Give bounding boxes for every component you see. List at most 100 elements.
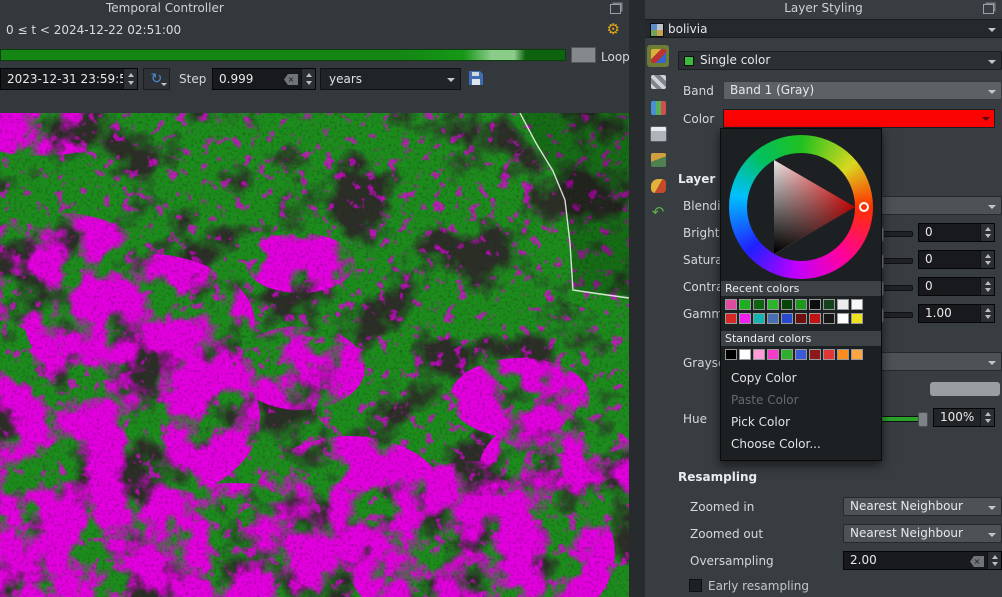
- saturation-spin[interactable]: 0: [918, 250, 995, 269]
- color-swatch[interactable]: [767, 313, 779, 324]
- color-swatch[interactable]: [795, 349, 807, 360]
- color-swatch[interactable]: [809, 299, 821, 310]
- zoomed-in-caret: [988, 506, 996, 510]
- recent-colors-header: Recent colors: [721, 281, 881, 296]
- zoomed-out-label: Zoomed out: [690, 527, 763, 541]
- color-swatch[interactable]: [739, 299, 751, 310]
- color-swatch[interactable]: [767, 299, 779, 310]
- color-swatch[interactable]: [851, 299, 863, 310]
- band-caret: [988, 90, 996, 94]
- color-label: Color: [683, 112, 714, 126]
- color-swatch[interactable]: [725, 313, 737, 324]
- zoomed-in-dropdown[interactable]: Nearest Neighbour: [843, 497, 1002, 516]
- settings-gear-icon[interactable]: ⚙: [607, 20, 620, 38]
- zoomed-out-dropdown[interactable]: Nearest Neighbour: [843, 524, 1002, 543]
- brightness-value: 0: [925, 224, 933, 241]
- step-input[interactable]: 0.999 ×: [212, 68, 316, 90]
- attributes-tab[interactable]: [647, 123, 669, 145]
- color-swatch[interactable]: [739, 313, 751, 324]
- oversampling-clear-icon[interactable]: ×: [970, 556, 984, 567]
- attributes-table-icon: [650, 126, 667, 142]
- color-swatch[interactable]: [823, 349, 835, 360]
- grayscale-caret: [988, 361, 996, 365]
- save-button[interactable]: [468, 70, 486, 88]
- strength-spin[interactable]: 100%: [933, 408, 995, 427]
- datetime-input[interactable]: 2023-12-31 23:59:59: [0, 68, 138, 90]
- pyramids-tab[interactable]: [647, 149, 669, 171]
- undock-panel-icon[interactable]: [610, 4, 621, 14]
- color-swatch[interactable]: [739, 349, 751, 360]
- color-swatch[interactable]: [823, 299, 835, 310]
- choose-color-menu-item[interactable]: Choose Color...: [721, 433, 881, 455]
- single-color-icon: [684, 56, 694, 66]
- render-type-value: Single color: [700, 53, 770, 67]
- early-resampling-checkbox[interactable]: [689, 579, 702, 592]
- render-type-dropdown[interactable]: Single color: [678, 51, 1002, 70]
- resampling-header: Resampling: [678, 470, 757, 484]
- color-wheel[interactable]: [729, 135, 873, 279]
- zoomed-out-value: Nearest Neighbour: [850, 526, 963, 540]
- strength-value: 100%: [940, 409, 974, 426]
- color-swatch[interactable]: [851, 313, 863, 324]
- step-unit-dropdown[interactable]: years: [320, 68, 461, 90]
- color-button[interactable]: [723, 109, 995, 128]
- color-swatch[interactable]: [809, 349, 821, 360]
- temporal-controller-panel: Temporal Controller 0 ≤ t < 2024-12-22 0…: [0, 0, 629, 113]
- contrast-spin[interactable]: 0: [918, 277, 995, 296]
- history-tab[interactable]: ↶: [647, 201, 669, 223]
- color-swatch[interactable]: [837, 299, 849, 310]
- step-label: Step: [179, 72, 206, 86]
- labels-tab[interactable]: [647, 175, 669, 197]
- color-swatch[interactable]: [725, 349, 737, 360]
- band-dropdown[interactable]: Band 1 (Gray): [723, 81, 1002, 100]
- history-undo-icon: ↶: [652, 205, 665, 219]
- copy-color-menu-item[interactable]: Copy Color: [721, 367, 881, 389]
- step-spin-buttons[interactable]: [301, 69, 315, 89]
- color-swatch[interactable]: [781, 349, 793, 360]
- histogram-tab[interactable]: [647, 97, 669, 119]
- gamma-spin[interactable]: 1.00: [918, 304, 995, 323]
- temporal-slider[interactable]: [0, 49, 566, 61]
- band-value: Band 1 (Gray): [730, 83, 814, 97]
- datetime-spin-buttons[interactable]: [123, 69, 137, 89]
- recent-colors-row-2: [724, 312, 864, 325]
- raster-layer-icon: [650, 23, 664, 37]
- color-swatch[interactable]: [725, 299, 737, 310]
- refresh-button[interactable]: ↻: [143, 68, 170, 90]
- color-swatch[interactable]: [767, 349, 779, 360]
- symbology-icon: [651, 49, 666, 63]
- color-swatch[interactable]: [753, 313, 765, 324]
- oversampling-label: Oversampling: [690, 554, 774, 568]
- pick-color-menu-item[interactable]: Pick Color: [721, 411, 881, 433]
- standard-colors-header: Standard colors: [721, 331, 881, 346]
- zoomed-in-value: Nearest Neighbour: [850, 499, 963, 513]
- brightness-spin[interactable]: 0: [918, 223, 995, 242]
- raster-layer-preview: [0, 113, 629, 597]
- undock-styling-icon[interactable]: [983, 4, 994, 14]
- transparency-tab[interactable]: [647, 71, 669, 93]
- map-canvas[interactable]: [0, 113, 629, 597]
- temporal-slider-handle[interactable]: [571, 47, 596, 63]
- color-swatch[interactable]: [823, 313, 835, 324]
- color-swatch[interactable]: [781, 313, 793, 324]
- symbology-tab[interactable]: [647, 45, 669, 67]
- color-swatch[interactable]: [837, 313, 849, 324]
- color-swatch[interactable]: [851, 349, 863, 360]
- save-icon: [468, 70, 484, 86]
- color-picker-popup: Recent colors Standard colors Copy Color…: [720, 128, 882, 461]
- transparency-icon: [651, 75, 666, 89]
- color-swatch[interactable]: [753, 299, 765, 310]
- color-swatch[interactable]: [837, 349, 849, 360]
- color-swatch[interactable]: [809, 313, 821, 324]
- layer-name: bolivia: [668, 21, 707, 38]
- clear-icon[interactable]: ×: [284, 74, 298, 85]
- color-swatch[interactable]: [795, 313, 807, 324]
- color-swatch[interactable]: [795, 299, 807, 310]
- zoomed-in-label: Zoomed in: [690, 500, 754, 514]
- refresh-dropdown-caret: [161, 83, 167, 86]
- oversampling-input[interactable]: 2.00 ×: [843, 551, 1002, 570]
- layer-select-dropdown[interactable]: bolivia: [645, 19, 1002, 38]
- early-resampling-label: Early resampling: [708, 579, 809, 593]
- color-swatch[interactable]: [781, 299, 793, 310]
- color-swatch[interactable]: [753, 349, 765, 360]
